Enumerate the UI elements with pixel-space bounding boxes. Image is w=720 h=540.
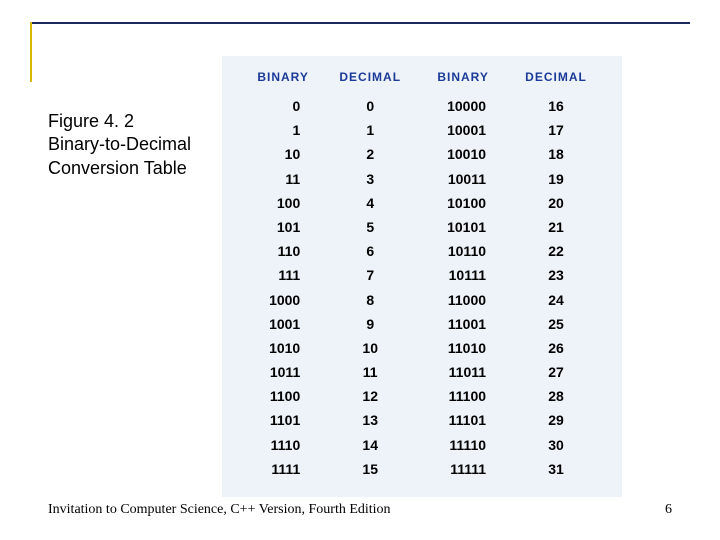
col-header-decimal-2: DECIMAL (510, 70, 602, 94)
cell-decimal-2: 20 (510, 191, 602, 215)
table-row: 100081100024 (242, 288, 602, 312)
cell-decimal-1: 11 (324, 360, 416, 384)
cell-binary-1: 10 (242, 142, 324, 166)
caption-line2: Binary-to-Decimal (48, 133, 191, 156)
cell-binary-2: 11000 (416, 288, 510, 312)
cell-binary-2: 11100 (416, 384, 510, 408)
cell-binary-1: 101 (242, 215, 324, 239)
cell-binary-1: 1011 (242, 360, 324, 384)
page-number: 6 (665, 502, 672, 518)
table-row: 111000117 (242, 118, 602, 142)
cell-decimal-2: 30 (510, 433, 602, 457)
cell-binary-2: 10000 (416, 94, 510, 118)
cell-decimal-1: 14 (324, 433, 416, 457)
cell-decimal-1: 0 (324, 94, 416, 118)
cell-decimal-2: 17 (510, 118, 602, 142)
cell-decimal-1: 6 (324, 239, 416, 263)
cell-decimal-1: 10 (324, 336, 416, 360)
cell-binary-1: 1101 (242, 408, 324, 432)
cell-binary-1: 1000 (242, 288, 324, 312)
table-header-row: BINARY DECIMAL BINARY DECIMAL (242, 70, 602, 94)
footer-text: Invitation to Computer Science, C++ Vers… (48, 502, 391, 518)
table-row: 1131001119 (242, 167, 602, 191)
cell-decimal-2: 26 (510, 336, 602, 360)
cell-decimal-1: 2 (324, 142, 416, 166)
cell-binary-2: 11110 (416, 433, 510, 457)
caption-line3: Conversion Table (48, 157, 191, 180)
col-header-binary-2: BINARY (416, 70, 510, 94)
cell-binary-1: 100 (242, 191, 324, 215)
cell-binary-2: 11111 (416, 457, 510, 481)
slide-frame-left (30, 22, 32, 82)
cell-binary-1: 1001 (242, 312, 324, 336)
cell-binary-2: 10111 (416, 263, 510, 287)
table-row: 001000016 (242, 94, 602, 118)
table-row: 1010101101026 (242, 336, 602, 360)
table-row: 1021001018 (242, 142, 602, 166)
col-header-binary-1: BINARY (242, 70, 324, 94)
figure-caption: Figure 4. 2 Binary-to-Decimal Conversion… (48, 110, 191, 180)
cell-binary-2: 10011 (416, 167, 510, 191)
cell-binary-1: 1 (242, 118, 324, 142)
table-row: 1011111101127 (242, 360, 602, 384)
cell-binary-2: 11001 (416, 312, 510, 336)
cell-decimal-2: 25 (510, 312, 602, 336)
cell-decimal-2: 21 (510, 215, 602, 239)
cell-binary-1: 1100 (242, 384, 324, 408)
table-row: 1111151111131 (242, 457, 602, 481)
cell-binary-1: 1111 (242, 457, 324, 481)
slide-frame (30, 22, 690, 25)
cell-decimal-1: 9 (324, 312, 416, 336)
table-row: 1101131110129 (242, 408, 602, 432)
cell-decimal-1: 8 (324, 288, 416, 312)
cell-binary-1: 11 (242, 167, 324, 191)
cell-decimal-2: 31 (510, 457, 602, 481)
table-row: 100191100125 (242, 312, 602, 336)
table-row: 11061011022 (242, 239, 602, 263)
cell-decimal-2: 24 (510, 288, 602, 312)
table-row: 10041010020 (242, 191, 602, 215)
cell-binary-1: 0 (242, 94, 324, 118)
cell-decimal-1: 7 (324, 263, 416, 287)
cell-decimal-2: 16 (510, 94, 602, 118)
cell-binary-2: 10100 (416, 191, 510, 215)
cell-decimal-1: 1 (324, 118, 416, 142)
cell-binary-2: 10001 (416, 118, 510, 142)
cell-binary-2: 10101 (416, 215, 510, 239)
table-body: 0010000161110001171021001018113100111910… (242, 94, 602, 481)
cell-binary-2: 10010 (416, 142, 510, 166)
cell-decimal-1: 15 (324, 457, 416, 481)
conversion-table-panel: BINARY DECIMAL BINARY DECIMAL 0010000161… (222, 56, 622, 497)
cell-decimal-1: 12 (324, 384, 416, 408)
cell-decimal-1: 3 (324, 167, 416, 191)
cell-binary-1: 111 (242, 263, 324, 287)
cell-decimal-2: 18 (510, 142, 602, 166)
conversion-table: BINARY DECIMAL BINARY DECIMAL 0010000161… (242, 70, 602, 481)
cell-binary-1: 1010 (242, 336, 324, 360)
cell-binary-2: 11101 (416, 408, 510, 432)
cell-binary-2: 11011 (416, 360, 510, 384)
caption-line1: Figure 4. 2 (48, 110, 191, 133)
cell-binary-2: 11010 (416, 336, 510, 360)
cell-decimal-1: 4 (324, 191, 416, 215)
cell-binary-1: 110 (242, 239, 324, 263)
cell-binary-1: 1110 (242, 433, 324, 457)
cell-decimal-2: 22 (510, 239, 602, 263)
cell-decimal-1: 5 (324, 215, 416, 239)
cell-decimal-2: 29 (510, 408, 602, 432)
table-row: 10151010121 (242, 215, 602, 239)
cell-decimal-1: 13 (324, 408, 416, 432)
cell-decimal-2: 28 (510, 384, 602, 408)
slide-footer: Invitation to Computer Science, C++ Vers… (48, 502, 672, 518)
cell-decimal-2: 23 (510, 263, 602, 287)
cell-decimal-2: 27 (510, 360, 602, 384)
cell-binary-2: 10110 (416, 239, 510, 263)
col-header-decimal-1: DECIMAL (324, 70, 416, 94)
table-row: 1100121110028 (242, 384, 602, 408)
table-row: 11171011123 (242, 263, 602, 287)
cell-decimal-2: 19 (510, 167, 602, 191)
table-row: 1110141111030 (242, 433, 602, 457)
